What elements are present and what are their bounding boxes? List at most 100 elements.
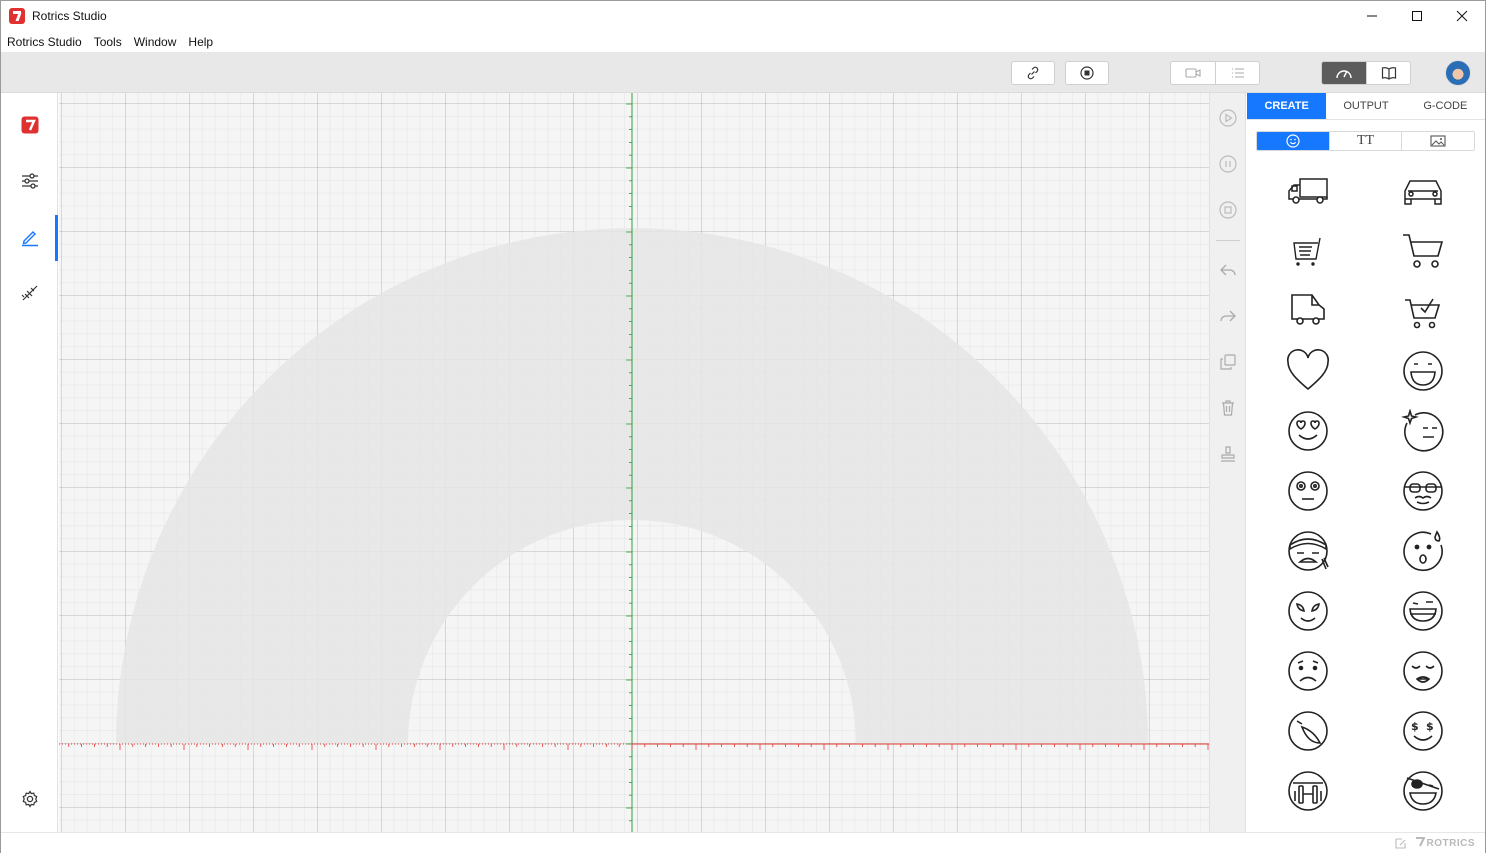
run-button[interactable]	[1210, 103, 1246, 133]
library-item-heart[interactable]	[1263, 341, 1353, 401]
panel-tabs: CREATE OUTPUT G-CODE	[1247, 93, 1485, 120]
delete-button[interactable]	[1210, 393, 1246, 423]
maximize-icon	[1412, 11, 1422, 21]
tab-gcode[interactable]: G-CODE	[1406, 93, 1485, 119]
copy-icon	[1220, 354, 1236, 370]
subtab-text[interactable]: TT	[1328, 132, 1402, 150]
sparkle-face-icon	[1401, 409, 1444, 452]
library-item-delivery-truck[interactable]	[1263, 281, 1353, 341]
library-item-car[interactable]	[1378, 161, 1468, 221]
subtab-shapes[interactable]	[1257, 132, 1329, 150]
library-item-scream-face[interactable]	[1263, 761, 1353, 821]
laser-icon	[21, 285, 37, 301]
minimize-button[interactable]	[1349, 1, 1395, 31]
redo-button[interactable]	[1210, 301, 1246, 331]
camera-button[interactable]	[1171, 62, 1215, 84]
undo-icon	[1220, 264, 1236, 276]
pirate-face-icon	[1403, 771, 1443, 811]
library-item-pirate-face[interactable]	[1378, 761, 1468, 821]
user-avatar[interactable]	[1445, 60, 1471, 86]
clear-button[interactable]	[1210, 439, 1246, 469]
toolbar	[1, 52, 1485, 93]
smile-icon	[1403, 351, 1443, 391]
maximize-button[interactable]	[1394, 1, 1440, 31]
library-item-dizzy-face[interactable]	[1263, 461, 1353, 521]
library-item-nerd-face[interactable]	[1378, 461, 1468, 521]
scream-face-icon	[1288, 771, 1328, 811]
library-item-sad-face[interactable]	[1263, 641, 1353, 701]
shopping-cart-icon	[1403, 234, 1444, 268]
kiss-face-icon	[1403, 651, 1443, 691]
window-title: Rotrics Studio	[32, 9, 107, 23]
alien-face-icon	[1288, 591, 1328, 631]
menu-rotrics-studio[interactable]: Rotrics Studio	[7, 35, 82, 49]
edit-log-icon[interactable]	[1394, 837, 1407, 850]
pause-button[interactable]	[1210, 149, 1246, 179]
x-axis-ticks	[68, 744, 1209, 750]
stop-circle-icon	[1219, 201, 1237, 219]
library-item-kiss-face[interactable]	[1378, 641, 1468, 701]
brand-text: ROTRICS	[1426, 838, 1475, 849]
undo-button[interactable]	[1210, 255, 1246, 285]
text-tool-label: TT	[1356, 133, 1375, 148]
sidebar-item-settings[interactable]	[1, 159, 58, 203]
svg-text:$: $	[1411, 720, 1419, 733]
close-button[interactable]	[1439, 1, 1485, 31]
svg-text:$: $	[1426, 720, 1434, 733]
menu-help[interactable]: Help	[188, 35, 213, 49]
library-item-bandana-face[interactable]	[1263, 521, 1353, 581]
control-panel-button[interactable]	[1322, 62, 1366, 84]
grin-face-icon	[1403, 591, 1443, 631]
tab-create[interactable]: CREATE	[1247, 93, 1327, 119]
stop-button[interactable]	[1210, 195, 1246, 225]
library-item-wink-face[interactable]	[1263, 701, 1353, 761]
library-item-sparkle-face[interactable]	[1378, 401, 1468, 461]
wink-face-icon	[1288, 711, 1328, 751]
library-item-smile[interactable]	[1378, 341, 1468, 401]
sidebar-item-preferences[interactable]	[1, 777, 58, 821]
emergency-stop-button[interactable]	[1065, 61, 1109, 85]
guide-button[interactable]	[1366, 62, 1410, 84]
status-bar: ROTRICS	[1, 832, 1485, 853]
sidebar-item-draw[interactable]	[1, 215, 58, 261]
speedometer-icon	[1336, 70, 1352, 79]
create-subtabs: TT	[1256, 131, 1475, 151]
library-item-truck[interactable]	[1263, 161, 1353, 221]
subtab-image[interactable]	[1401, 132, 1474, 150]
menu-tools[interactable]: Tools	[94, 35, 122, 49]
library-item-surprised-face[interactable]	[1378, 521, 1468, 581]
drawing-canvas[interactable]	[59, 93, 1209, 832]
library-item-money-face[interactable]: $ $	[1378, 701, 1468, 761]
connect-button[interactable]	[1011, 61, 1055, 85]
library-item-grin-face[interactable]	[1378, 581, 1468, 641]
surprised-face-icon	[1403, 530, 1443, 572]
library-item-alien-face[interactable]	[1263, 581, 1353, 641]
pause-icon	[1219, 155, 1237, 173]
library-item-cart-check[interactable]	[1378, 281, 1468, 341]
sliders-icon	[21, 173, 38, 189]
close-icon	[1456, 10, 1468, 22]
sidebar-item-laser[interactable]	[1, 271, 58, 315]
library-item-shopping-cart[interactable]	[1378, 221, 1468, 281]
duplicate-button[interactable]	[1210, 347, 1246, 377]
gear-icon	[22, 790, 37, 808]
trash-icon	[1222, 400, 1234, 416]
money-face-icon: $ $	[1403, 711, 1443, 751]
play-icon	[1219, 109, 1237, 127]
list-button[interactable]	[1215, 62, 1259, 84]
pen-icon	[21, 231, 38, 247]
rotrics-mark-icon	[1415, 837, 1426, 847]
library-item-cart-list[interactable]	[1263, 221, 1353, 281]
heart-icon	[1287, 349, 1329, 391]
view-toggle-group	[1170, 61, 1260, 85]
truck-icon	[1288, 178, 1328, 204]
menu-window[interactable]: Window	[134, 35, 177, 49]
app-window: Rotrics Studio Rotrics Studio Tools Wind…	[0, 0, 1486, 853]
library-item-heart-eyes[interactable]	[1263, 401, 1353, 461]
brand-logo: ROTRICS	[1415, 837, 1476, 849]
tab-output[interactable]: OUTPUT	[1326, 93, 1405, 119]
left-sidebar	[1, 93, 58, 832]
sad-face-icon	[1288, 651, 1328, 691]
sidebar-item-home[interactable]	[1, 103, 58, 147]
menu-bar: Rotrics Studio Tools Window Help	[1, 31, 1485, 52]
